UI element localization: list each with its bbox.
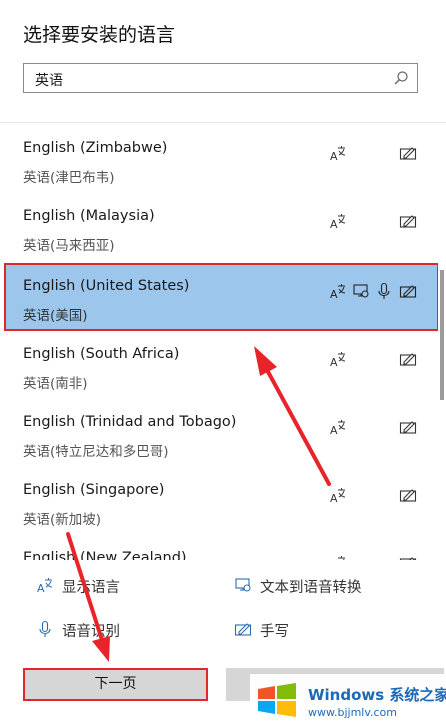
handwriting-icon <box>399 147 417 160</box>
legend-label: 语音识别 <box>62 624 120 640</box>
language-item[interactable]: English (South Africa) 英语(南非) A <box>5 332 438 398</box>
legend-speech-recognition: 语音识别 <box>36 620 196 640</box>
svg-text:A: A <box>37 582 45 594</box>
language-item[interactable]: English (Zimbabwe) 英语(津巴布韦) A <box>5 126 438 192</box>
language-item[interactable]: English (New Zealand) A <box>5 536 438 560</box>
language-native-name: 英语(南非) <box>23 376 88 392</box>
display-language-icon: A <box>330 352 346 368</box>
language-name: English (New Zealand) <box>23 550 187 560</box>
svg-text:A: A <box>330 356 338 368</box>
display-language-icon: A <box>330 284 346 300</box>
legend-display-language: A 显示语言 <box>36 576 196 596</box>
handwriting-icon <box>399 353 417 366</box>
legend-label: 文本到语音转换 <box>260 580 362 596</box>
language-name: English (Trinidad and Tobago) <box>23 414 237 430</box>
svg-text:A: A <box>330 492 338 504</box>
display-language-icon: A <box>330 488 346 504</box>
watermark-brand: Windows 系统之家 <box>308 686 446 704</box>
language-native-name: 英语(美国) <box>23 308 88 324</box>
language-native-name: 英语(津巴布韦) <box>23 170 115 186</box>
handwriting-icon <box>399 215 417 228</box>
speech-recognition-icon <box>39 620 51 637</box>
windows-logo-icon <box>258 683 296 717</box>
watermark-url: www.bjjmlv.com <box>308 706 397 719</box>
text-to-speech-icon <box>235 578 251 592</box>
language-native-name: 英语(新加坡) <box>23 512 102 528</box>
display-language-icon: A <box>330 146 346 162</box>
language-list[interactable]: English (Zimbabwe) 英语(津巴布韦) A English (M… <box>0 126 438 560</box>
search-icon[interactable] <box>393 70 409 86</box>
language-name: English (Zimbabwe) <box>23 140 168 156</box>
handwriting-icon <box>399 285 417 298</box>
legend-label: 手写 <box>260 624 289 640</box>
display-language-icon: A <box>338 556 345 560</box>
legend-label: 显示语言 <box>62 580 120 596</box>
handwriting-icon <box>234 623 252 636</box>
search-input[interactable]: 英语 <box>35 70 63 90</box>
language-native-name: 英语(特立尼达和多巴哥) <box>23 444 169 460</box>
display-language-icon: A <box>330 214 346 230</box>
watermark: Windows 系统之家 www.bjjmlv.com <box>250 674 446 726</box>
handwriting-icon <box>399 557 417 560</box>
language-item[interactable]: English (Singapore) 英语(新加坡) A <box>5 468 438 534</box>
next-button[interactable]: 下一页 <box>23 668 208 701</box>
language-name: English (United States) <box>23 278 190 294</box>
text-to-speech-icon <box>353 284 369 298</box>
language-item-selected[interactable]: English (United States) 英语(美国) A <box>4 263 438 331</box>
handwriting-icon <box>399 421 417 434</box>
speech-recognition-icon <box>378 282 390 299</box>
svg-text:A: A <box>330 424 338 436</box>
language-name: English (Singapore) <box>23 482 165 498</box>
language-item[interactable]: English (Malaysia) 英语(马来西亚) A <box>5 194 438 260</box>
svg-text:A: A <box>330 288 338 300</box>
svg-text:A: A <box>330 218 338 230</box>
legend-handwriting: 手写 <box>234 620 394 640</box>
handwriting-icon <box>399 489 417 502</box>
list-scrollbar[interactable] <box>440 270 444 400</box>
language-item[interactable]: English (Trinidad and Tobago) 英语(特立尼达和多巴… <box>5 400 438 466</box>
legend-text-to-speech: 文本到语音转换 <box>234 576 424 596</box>
display-language-icon: A <box>330 420 346 436</box>
language-native-name: 英语(马来西亚) <box>23 238 115 254</box>
language-name: English (South Africa) <box>23 346 180 362</box>
display-language-icon: A <box>37 578 53 594</box>
search-box[interactable]: 英语 <box>23 63 418 93</box>
svg-text:A: A <box>330 150 338 162</box>
page-title: 选择要安装的语言 <box>23 24 176 46</box>
language-name: English (Malaysia) <box>23 208 155 224</box>
divider <box>0 122 446 123</box>
